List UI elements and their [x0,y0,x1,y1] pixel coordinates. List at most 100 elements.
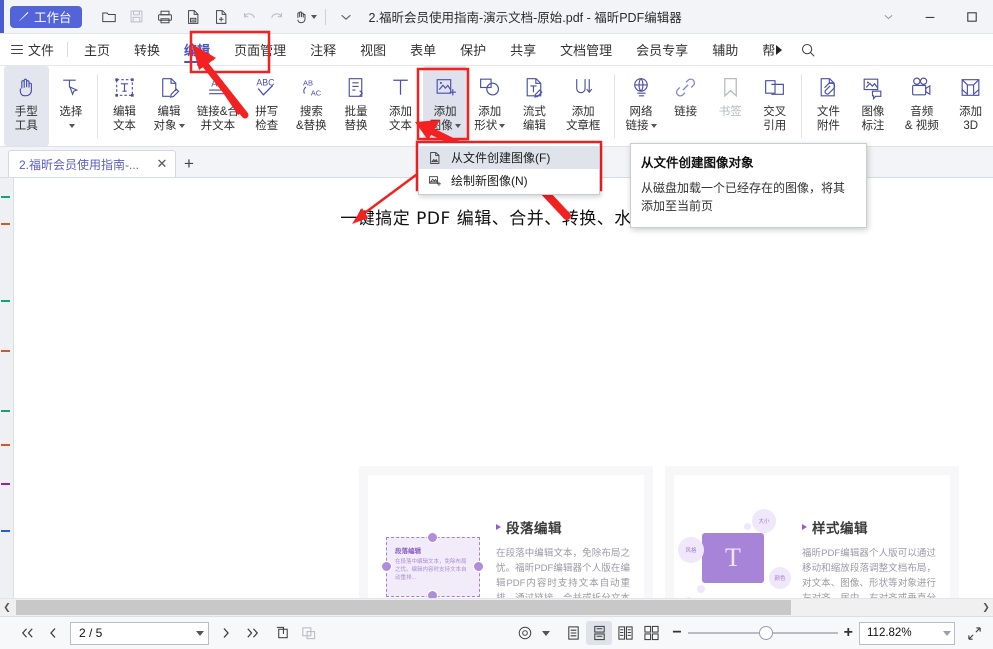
hamburger-icon [11,45,23,54]
add-tab-button[interactable]: + [176,151,202,177]
facing-page-icon[interactable] [612,621,638,645]
new-page-icon[interactable] [208,4,234,29]
hand-tool-icon[interactable] [292,4,318,29]
facing-continuous-icon[interactable] [638,621,664,645]
ribbon-button-edit-text[interactable]: 编辑文本 [102,66,147,146]
menu-item-draw-new-image[interactable]: 绘制新图像(N) [419,169,599,192]
ribbon-button-link-merge-text[interactable]: AB 链接&合并文本 [191,66,244,146]
scroll-thumb[interactable] [16,600,791,615]
workspace-button[interactable]: 工作台 [10,6,82,28]
feature-card: 段落编辑 在段落中编辑文本，免除布局之忧。编辑内容时支持文本自动重排... [359,466,653,598]
read-mode-icon[interactable] [512,621,538,645]
prev-page-icon[interactable] [40,621,66,645]
continuous-page-icon[interactable] [586,621,612,645]
minimize-button[interactable] [909,0,951,33]
open-folder-icon[interactable] [96,4,122,29]
close-icon[interactable]: ✕ [155,156,169,172]
single-page-icon[interactable] [560,621,586,645]
bookmark-icon [718,72,743,102]
save-as-icon[interactable] [180,4,206,29]
tab-comment[interactable]: 注释 [298,34,348,65]
zoom-in-button[interactable]: + [844,624,853,642]
next-page-icon[interactable] [213,621,239,645]
web-link-icon [629,72,654,102]
tab-home[interactable]: 主页 [72,34,122,65]
page-number-input[interactable]: 2 / 5 [70,622,209,645]
ribbon-label: 搜索&替换 [296,105,327,133]
ribbon-button-spell-check[interactable]: ABC 拼写检查 [244,66,289,146]
menu-item-file[interactable]: 文件 [0,34,63,65]
document-tab[interactable]: 2.福昕会员使用指南-... ✕ [8,150,176,177]
chevron-down-icon[interactable] [196,631,204,636]
ribbon-button-add-shape[interactable]: 添加 形状 [467,66,512,146]
pdf-editor-window: 工作台 [0,0,993,649]
tab-accessibility[interactable]: 辅助 [700,34,750,65]
menu-bar: 文件 主页 转换 编辑 页面管理 注释 视图 表单 保护 共享 文档管理 会员专… [0,34,993,66]
tab-share[interactable]: 共享 [498,34,548,65]
tab-edit[interactable]: 编辑 [172,34,222,65]
redo-icon[interactable] [264,4,290,29]
ribbon-button-file-attachment[interactable]: 文件附件 [806,66,851,146]
chevron-down-icon[interactable] [538,621,554,645]
zoom-level-input[interactable]: 112.82% [859,622,955,645]
article-box-icon [571,72,596,102]
tab-view[interactable]: 视图 [348,34,398,65]
fullscreen-icon[interactable] [961,621,987,645]
menu-item-create-image-from-file[interactable]: 从文件创建图像(F) [419,146,599,169]
tab-convert[interactable]: 转换 [122,34,172,65]
title-chevron-icon[interactable] [867,0,909,33]
rotate-view-icon[interactable] [269,621,295,645]
ribbon-button-web-link[interactable]: 网络 链接 [619,66,664,146]
last-page-icon[interactable] [239,621,265,645]
tab-page-management[interactable]: 页面管理 [222,34,298,65]
document-viewport[interactable]: 一键搞定 PDF 编辑、合并、转换、水印。 段落编辑 在段落中编辑文本，免除布局… [14,178,993,598]
ribbon-button-audio-video[interactable]: 音频& 视频 [895,66,948,146]
svg-text:AC: AC [311,88,322,97]
tab-member-exclusive[interactable]: 会员专享 [624,34,700,65]
ribbon-button-flow-edit[interactable]: 流式编辑 [512,66,557,146]
scroll-track[interactable] [14,599,979,616]
ribbon-button-select[interactable]: 选择 [49,66,94,146]
scroll-right-arrow[interactable]: ❯ [979,599,993,616]
pen-icon [17,10,30,23]
ribbon-button-link[interactable]: 链接 [663,66,708,146]
ribbon-button-bookmark[interactable]: 书签 [708,66,753,146]
ribbon-button-add-article-box[interactable]: 添加文章框 [557,66,610,146]
scroll-left-arrow[interactable]: ❮ [0,599,14,616]
undo-icon[interactable] [236,4,262,29]
tab-protect[interactable]: 保护 [448,34,498,65]
save-icon[interactable] [124,4,150,29]
tab-help[interactable]: 帮 [750,34,777,65]
ribbon-button-edit-object[interactable]: 编辑 对象 [147,66,192,146]
zoom-slider[interactable] [688,626,838,640]
print-icon[interactable] [152,4,178,29]
zoom-out-button[interactable]: − [672,624,681,642]
bullet-triangle-icon [802,524,807,530]
maximize-button[interactable] [951,0,993,33]
add-text-icon [388,72,413,102]
first-page-icon[interactable] [14,621,40,645]
ribbon-label: 添加文章框 [566,105,601,133]
ribbon-button-add-text[interactable]: 添加文本 [378,66,423,146]
ribbon-button-hand-tool[interactable]: 手型工具 [4,66,49,146]
navigation-rail[interactable] [0,178,14,598]
search-icon[interactable] [793,34,823,65]
ribbon-button-add-image[interactable]: 添加 图像 [423,66,468,146]
chevron-down-icon[interactable] [943,631,951,636]
handle-dot [427,532,438,543]
horizontal-scrollbar[interactable]: ❮ ❯ [0,598,993,616]
chevron-down-icon[interactable] [333,4,359,29]
ribbon-button-cross-reference[interactable]: 交叉引用 [753,66,798,146]
tab-document-management[interactable]: 文档管理 [548,34,624,65]
ribbon-button-add-3d[interactable]: 添加3D [948,66,993,146]
style-dot [744,523,751,530]
ribbon-button-search-replace[interactable]: ABAC 搜索&替换 [289,66,334,146]
vertical-scrollbar[interactable] [979,178,993,598]
ribbon-label: 手型工具 [15,105,38,133]
ribbon-button-image-annotation[interactable]: 图像标注 [851,66,896,146]
slider-knob[interactable] [759,626,773,640]
tab-form[interactable]: 表单 [398,34,448,65]
ribbon-button-batch-replace[interactable]: 批量替换 [334,66,379,146]
handle-dot [427,590,438,598]
compare-icon[interactable] [295,621,321,645]
